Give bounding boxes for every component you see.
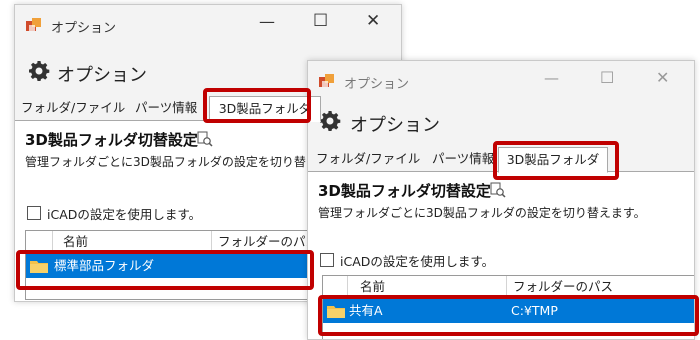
tab-folder-file[interactable]: フォルダ/ファイル	[21, 96, 125, 120]
highlight-tab-front	[493, 141, 619, 180]
tab-parts-info[interactable]: パーツ情報	[135, 96, 197, 120]
search-icon[interactable]	[197, 131, 213, 147]
window-title: オプション	[51, 21, 117, 36]
section-title: 3D製品フォルダ切替設定	[25, 131, 198, 149]
options-header-title: オプション	[350, 115, 440, 136]
highlight-tab-back	[203, 88, 311, 123]
options-header-title: オプション	[57, 65, 147, 86]
search-icon[interactable]	[490, 182, 506, 198]
section-description: 管理フォルダごとに3D製品フォルダの設定を切り替えます。	[318, 206, 646, 220]
gear-icon	[27, 59, 51, 83]
maximize-button[interactable]: ☐	[313, 13, 328, 30]
app-icon	[25, 17, 43, 35]
maximize-button[interactable]: ☐	[600, 70, 614, 86]
window-title: オプション	[344, 77, 410, 92]
tab-parts-info[interactable]: パーツ情報	[432, 147, 494, 171]
section-title: 3D製品フォルダ切替設定	[318, 182, 491, 200]
use-icad-settings-checkbox[interactable]	[27, 206, 41, 220]
use-icad-settings-label: iCADの設定を使用します。	[340, 254, 495, 269]
highlight-row-front	[318, 295, 699, 336]
title-bar[interactable]: オプション — ☐ ✕	[15, 5, 401, 45]
close-button[interactable]: ✕	[366, 13, 380, 30]
use-icad-settings-checkbox[interactable]	[320, 253, 334, 267]
highlight-row-back	[16, 250, 314, 290]
tab-folder-file[interactable]: フォルダ/ファイル	[316, 147, 420, 171]
use-icad-settings-label: iCADの設定を使用します。	[47, 207, 202, 222]
close-button[interactable]: ✕	[656, 70, 669, 86]
app-icon	[318, 73, 336, 91]
minimize-button[interactable]: —	[259, 14, 275, 30]
section-description: 管理フォルダごとに3D製品フォルダの設定を切り替えます。	[25, 155, 353, 169]
minimize-button[interactable]: —	[544, 71, 559, 86]
title-bar[interactable]: オプション — ☐ ✕	[308, 61, 694, 101]
gear-icon	[318, 109, 342, 133]
